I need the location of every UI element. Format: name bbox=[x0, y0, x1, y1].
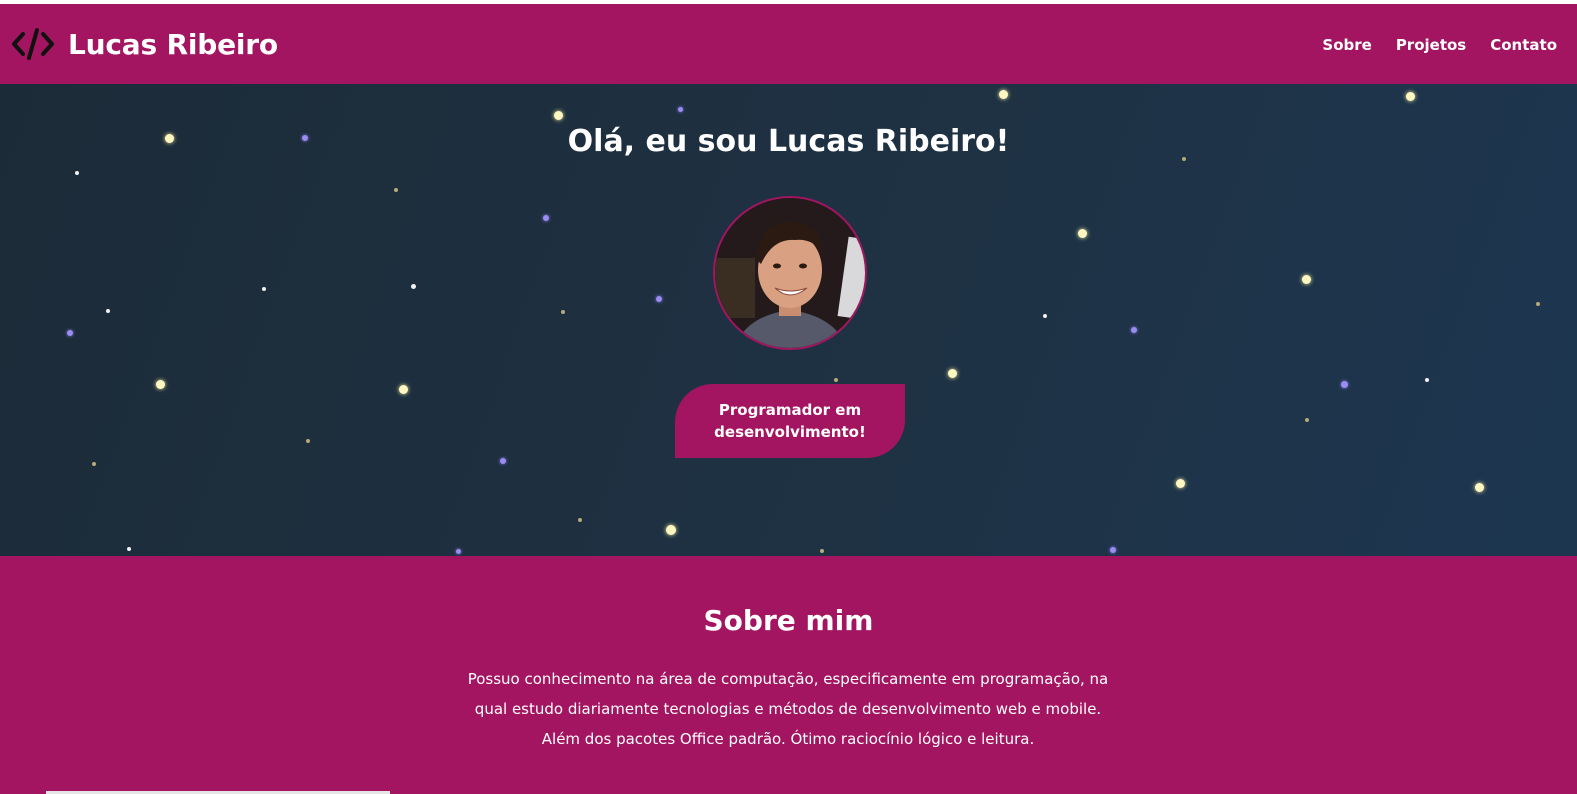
star bbox=[820, 549, 824, 553]
star bbox=[999, 90, 1008, 99]
hero-section: Olá, eu sou Lucas Ribeiro! Programador e… bbox=[0, 84, 1577, 556]
star bbox=[67, 330, 73, 336]
star bbox=[394, 188, 398, 192]
brand-name: Lucas Ribeiro bbox=[68, 27, 278, 61]
star bbox=[561, 310, 565, 314]
star bbox=[1305, 418, 1309, 422]
profile-photo bbox=[713, 196, 867, 350]
star bbox=[666, 525, 676, 535]
nav-item-projetos: Projetos bbox=[1396, 35, 1466, 54]
star bbox=[1425, 378, 1429, 382]
star bbox=[1302, 275, 1311, 284]
navbar: Lucas Ribeiro Sobre Projetos Contato bbox=[0, 4, 1577, 84]
star bbox=[834, 378, 838, 382]
star bbox=[1536, 302, 1540, 306]
star bbox=[1406, 92, 1415, 101]
nav-link-sobre[interactable]: Sobre bbox=[1322, 36, 1371, 54]
nav-item-contato: Contato bbox=[1490, 35, 1557, 54]
nav-link-contato[interactable]: Contato bbox=[1490, 36, 1557, 54]
star bbox=[1176, 479, 1185, 488]
star bbox=[1475, 483, 1484, 492]
about-text: Possuo conhecimento na área de computaçã… bbox=[467, 670, 1109, 748]
star bbox=[578, 518, 582, 522]
star bbox=[399, 385, 408, 394]
star bbox=[262, 287, 266, 291]
profile-photo-drawing bbox=[715, 198, 865, 348]
star bbox=[1078, 229, 1087, 238]
star bbox=[75, 171, 79, 175]
about-section: Sobre mim Possuo conhecimento na área de… bbox=[0, 556, 1577, 794]
star bbox=[656, 296, 662, 302]
star bbox=[456, 549, 461, 554]
about-title: Sobre mim bbox=[703, 604, 874, 637]
star bbox=[500, 458, 506, 464]
nav-item-sobre: Sobre bbox=[1322, 35, 1371, 54]
star bbox=[678, 107, 683, 112]
star bbox=[1110, 547, 1116, 553]
star bbox=[411, 284, 416, 289]
star bbox=[306, 439, 310, 443]
portfolio-page: Lucas Ribeiro Sobre Projetos Contato Olá… bbox=[0, 0, 1577, 794]
star bbox=[156, 380, 165, 389]
star bbox=[554, 111, 563, 120]
star bbox=[1043, 314, 1047, 318]
code-brackets-icon bbox=[12, 26, 54, 62]
hero-title: Olá, eu sou Lucas Ribeiro! bbox=[567, 124, 1010, 159]
star bbox=[543, 215, 549, 221]
brand-link[interactable]: Lucas Ribeiro bbox=[12, 26, 278, 62]
star bbox=[948, 369, 957, 378]
star bbox=[1131, 327, 1137, 333]
star bbox=[92, 462, 96, 466]
nav-link-projetos[interactable]: Projetos bbox=[1396, 36, 1466, 54]
role-badge: Programador em desenvolvimento! bbox=[675, 384, 905, 458]
star bbox=[127, 547, 131, 551]
star bbox=[1341, 381, 1348, 388]
star bbox=[106, 309, 110, 313]
nav-links: Sobre Projetos Contato bbox=[1322, 35, 1557, 54]
